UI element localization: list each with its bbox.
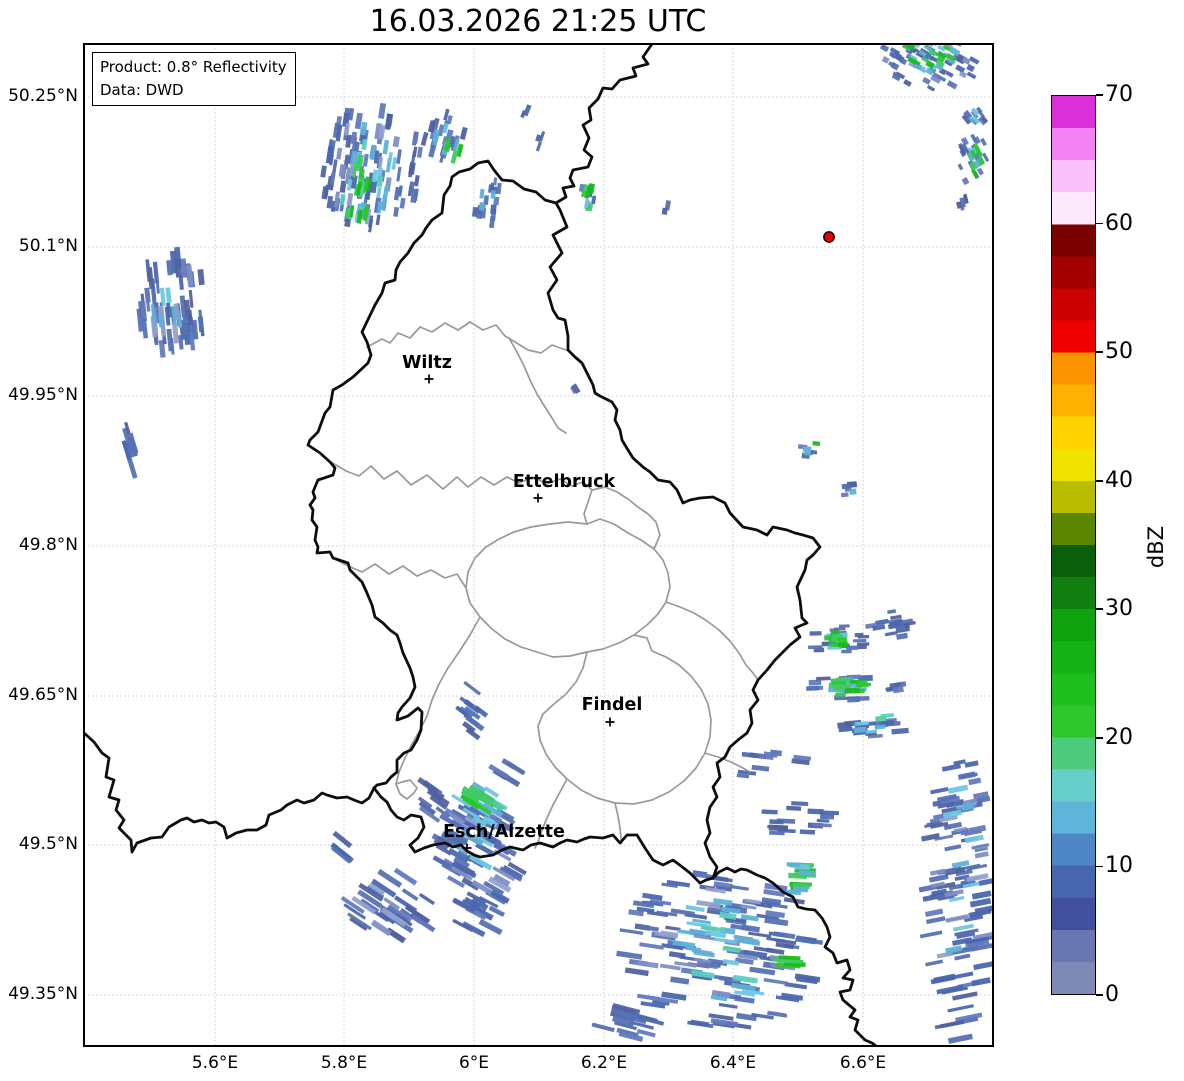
city-label: Wiltz (402, 353, 452, 373)
colorbar-tick (1096, 737, 1103, 739)
echo-cluster-far-right (918, 759, 993, 1044)
y-tick-label: 49.95°N (8, 385, 78, 405)
echo-cluster-east-b (806, 674, 873, 703)
radar-site-marker (823, 231, 835, 243)
echo-cluster-south-bottom (591, 1003, 665, 1042)
echo-cluster-nw-main (320, 102, 423, 233)
district-border-line (591, 486, 661, 550)
country-border-line (546, 201, 822, 880)
district-border-line (537, 634, 712, 805)
echo-cluster-esch-streak (330, 830, 355, 864)
echo-cluster-east-b2 (885, 681, 907, 694)
echo-cluster-speck-b (535, 130, 546, 152)
x-tick-label: 6.6°E (839, 1053, 887, 1073)
city-marker (605, 717, 615, 727)
echo-cluster-border-green (578, 183, 597, 212)
colorbar-tick-label: 70 (1105, 82, 1133, 107)
city-marker (533, 493, 543, 503)
echo-cluster-speck-a (520, 104, 532, 119)
echo-cluster-nw-b (420, 108, 468, 164)
colorbar-tick (1096, 479, 1103, 482)
colorbar-unit-label: dBZ (1144, 525, 1168, 569)
city-marker (424, 374, 434, 384)
country-border-line (554, 44, 654, 205)
echo-cluster-esch-n2 (417, 777, 451, 823)
colorbar-tick (1096, 222, 1103, 225)
x-tick-label: 5.8°E (320, 1053, 368, 1073)
colorbar-tick (1096, 94, 1103, 96)
city-annotations: Wiltz Ettelbruck Findel Esch/Alzette (402, 353, 642, 853)
echo-cluster-right-edge (957, 133, 990, 186)
x-tick-label: 6.2°E (580, 1053, 628, 1073)
y-tick-label: 49.8°N (18, 535, 78, 555)
echo-cluster-east-a2 (865, 609, 916, 640)
y-tick-label: 49.65°N (8, 685, 78, 705)
city-label: Esch/Alzette (443, 822, 565, 842)
colorbar-tick-label: 0 (1105, 982, 1119, 1007)
y-tick-label: 50.25°N (8, 86, 78, 106)
colorbar-tick (1096, 608, 1103, 611)
district-border-line (366, 321, 567, 354)
echo-cluster-east-c (837, 713, 909, 739)
echo-cluster-topright-b (961, 106, 989, 126)
district-borders (330, 321, 759, 849)
echo-cluster-south-green1 (785, 862, 817, 896)
echo-cluster-west-main (136, 246, 205, 358)
district-border-line (665, 601, 759, 681)
district-border-line (583, 489, 593, 525)
echo-cluster-speck-d (570, 383, 581, 395)
y-tick-label: 49.35°N (8, 984, 78, 1004)
x-tick-label: 6.4°E (709, 1053, 757, 1073)
city-label: Ettelbruck (513, 472, 616, 492)
colorbar-tick-label: 10 (1105, 853, 1133, 879)
colorbar (1051, 95, 1096, 995)
colorbar-tick (1096, 865, 1103, 868)
echo-cluster-east-a (808, 624, 870, 654)
colorbar-tick (1096, 994, 1103, 996)
radar-map: Wiltz Ettelbruck Findel Esch/Alzette (83, 43, 994, 1047)
echo-cluster-esch-west (340, 867, 436, 944)
product-info-line1: Product: 0.8° Reflectivity (100, 58, 287, 76)
colorbar-tick-label: 50 (1105, 339, 1133, 365)
echo-cluster-nw-c (472, 177, 502, 229)
echo-cluster-east-sparse (736, 749, 812, 779)
radar-figure: 16.03.2026 21:25 UTC Wiltz Ettelbruck Find… (0, 0, 1184, 1081)
colorbar-tick-label: 30 (1105, 596, 1133, 622)
echo-cluster-west-streak (121, 421, 139, 479)
radar-echoes (121, 44, 993, 1044)
echo-cluster-mid-right-b (840, 481, 858, 498)
echo-cluster-speck-c (661, 200, 671, 216)
colorbar-tick-label: 20 (1105, 724, 1133, 750)
colorbar-tick-label: 60 (1105, 210, 1133, 236)
echo-cluster-esch-north (455, 680, 489, 741)
echo-cluster-esch-main (431, 793, 527, 911)
y-tick-label: 50.1°N (18, 236, 78, 256)
x-tick-label: 6°E (458, 1053, 490, 1073)
echo-cluster-esch-mid (488, 758, 526, 788)
country-border-line (84, 731, 376, 854)
product-info-box: Product: 0.8° Reflectivity Data: DWD (92, 52, 296, 106)
y-tick-label: 49.5°N (18, 834, 78, 854)
echo-cluster-mid-right-a (797, 441, 821, 459)
echo-cluster-right-tail (956, 193, 969, 211)
colorbar-tick (1096, 351, 1103, 353)
product-info-line2: Data: DWD (100, 80, 184, 99)
city-label: Findel (582, 695, 643, 715)
colorbar-tick-label: 40 (1105, 467, 1133, 493)
x-tick-label: 5.6°E (191, 1053, 239, 1073)
echo-cluster-east-e (761, 801, 840, 836)
